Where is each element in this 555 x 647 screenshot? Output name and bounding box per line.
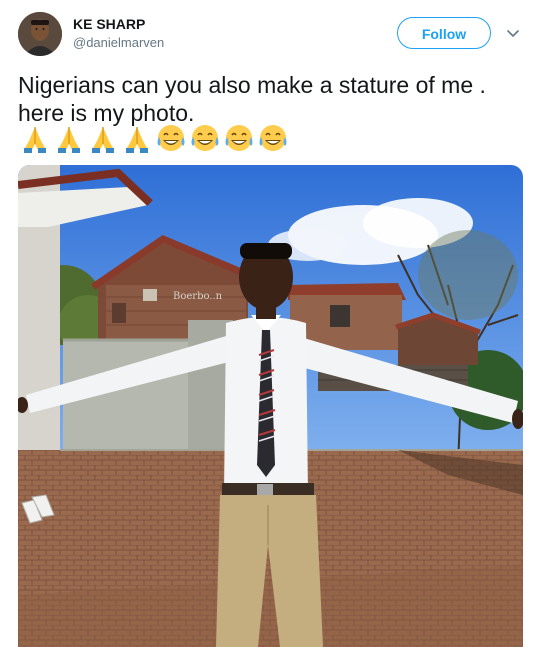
tweet-text: Nigerians can you also make a stature of…: [18, 71, 538, 127]
tweet-text-line-1: Nigerians can you also make a stature of…: [18, 72, 486, 98]
photo-scene: Boerbo..n: [18, 165, 523, 647]
folded-hands-icon: [24, 127, 46, 153]
author-name[interactable]: KE SHARP: [73, 16, 145, 32]
tears-of-joy-icon: [259, 125, 287, 151]
tweet-photo[interactable]: Boerbo..n: [18, 165, 523, 647]
follow-button[interactable]: Follow: [397, 17, 491, 49]
tears-of-joy-icon: [157, 125, 185, 151]
folded-hands-icon: [126, 127, 148, 153]
folded-hands-icon: [92, 127, 114, 153]
author-handle[interactable]: @danielmarven: [73, 35, 164, 50]
tears-of-joy-icon: [191, 125, 219, 151]
building-sign: Boerbo..n: [173, 291, 223, 302]
avatar[interactable]: [18, 12, 62, 56]
emoji-row: [18, 122, 290, 156]
tears-of-joy-icon: [225, 125, 253, 151]
folded-hands-icon: [58, 127, 80, 153]
avatar-image: [18, 12, 62, 56]
chevron-down-icon[interactable]: [504, 24, 522, 42]
tweet-header: KE SHARP @danielmarven Follow: [0, 0, 555, 66]
